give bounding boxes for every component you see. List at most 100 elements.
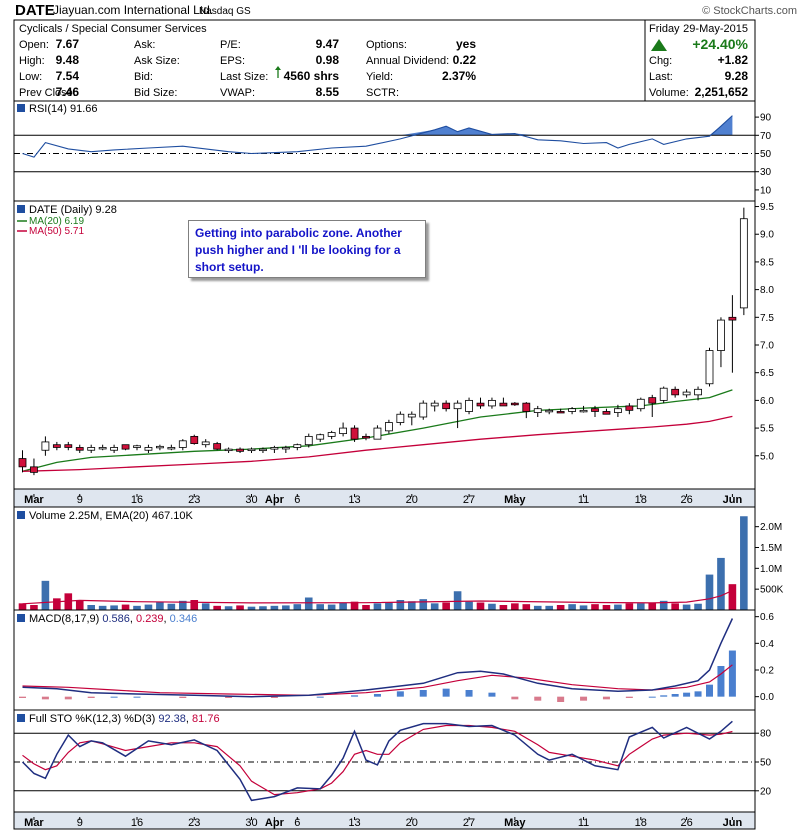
candle [419,402,428,418]
quote-field-label: Yield: [366,71,393,83]
quote-field-value: 8.55 [316,85,340,99]
x-tick-label: Jun [723,494,743,506]
volume-tick-label: 1.5M [760,543,782,554]
volume-bar [602,605,611,610]
quote-field-label: Ask: [134,39,155,51]
volume-bar [614,604,622,610]
exchange-label: Nasdaq GS [199,6,251,17]
volume-bar [156,602,164,610]
macd-histogram-bar [694,691,702,697]
volume-bar [625,603,634,610]
volume-bar [121,604,130,610]
macd-tick-label: 0.4 [760,639,774,650]
volume-bar [213,605,221,610]
volume-bar [499,605,508,610]
volume-label: Volume 2.25M, EMA(20) 467.10K [29,510,194,522]
macd-histogram-bar [465,690,473,697]
candle [442,402,451,410]
rsi-tick-label: 90 [760,113,772,124]
volume-bar [362,605,370,610]
date-day: Friday [649,23,680,35]
rsi-label: RSI(14) 91.66 [29,103,97,115]
macd-histogram-bar [373,694,381,697]
candle [694,388,702,396]
quote-field-label: Open: [19,39,49,51]
quote-field-value: 7.46 [56,85,80,99]
candle [533,408,542,413]
volume-bar [579,605,588,610]
x-tick-label: 9 [77,494,83,506]
x-tick-label: 16 [131,494,143,506]
macd-histogram-bar [179,696,187,698]
volume-bar [396,600,405,610]
quote-field-value: +1.82 [718,53,749,67]
macd-histogram-bar [717,666,725,697]
x-tick-label: 26 [680,494,692,506]
candle [407,413,416,418]
volume-bar [740,516,748,610]
volume-bar [236,605,244,610]
candle [362,435,370,439]
macd-histogram-bar [110,696,118,698]
volume-bar [293,604,302,610]
volume-bar [556,605,565,610]
quote-field-value: 0.98 [316,53,340,67]
price-tick-label: 5.5 [760,424,774,435]
quote-field-value: 7.54 [56,69,80,83]
change-pct: +24.40% [692,36,748,52]
volume-bar [385,602,393,610]
candle [110,447,118,451]
macd-histogram-bar [488,692,496,697]
candle [52,444,61,448]
volume-bar [167,603,176,610]
x-tick-label: 18 [635,494,647,506]
quote-field-label: Low: [19,71,42,83]
volume-bar [30,605,38,610]
x-tick-label: Mar [24,494,44,506]
sto-label-text: Full STO %K(12,3) %D(3) [29,713,155,725]
sto-tick-label: 20 [760,786,772,797]
price-tick-label: 9.5 [760,202,774,213]
price-label: DATE (Daily) 9.28 [29,204,117,216]
price-tick-label: 7.5 [760,313,774,324]
volume-bar [545,605,553,610]
candle [373,427,382,440]
macd-tick-label: 0.6 [760,612,774,623]
macd-histogram-bar [557,696,565,702]
candle [270,447,279,450]
candle [224,448,233,452]
volume-tick-label: 2.0M [760,522,782,533]
volume-bar [671,603,679,610]
volume-bar [18,603,27,610]
volume-bar [87,605,95,610]
x-tick-label: Apr [265,494,285,506]
volume-bar [533,605,542,610]
x-tick-label: 6 [294,494,300,506]
price-tick-label: 5.0 [760,451,774,462]
volume-bar [476,602,485,610]
macd-hist-value: 0.346 [170,613,198,625]
x-tick-label: 18 [635,817,647,829]
quote-field-value: 9.28 [725,69,749,83]
x-tick-label: 16 [131,817,143,829]
quote-field-value: 4560 shrs [284,69,340,83]
volume-bar [442,602,450,610]
x-tick-label: 6 [294,817,300,829]
price-tick-label: 6.0 [760,396,774,407]
volume-bar [304,597,313,610]
candle [545,409,554,413]
candle [201,441,210,446]
x-tick-label: 30 [245,494,257,506]
quote-field-value: 7.67 [56,37,80,51]
price-tick-label: 8.5 [760,257,774,268]
candle [465,399,473,412]
volume-bar [568,604,576,610]
macd-histogram-bar [648,696,656,698]
x-tick-label: May [504,817,526,829]
macd-histogram-bar [534,696,542,701]
candle [499,402,508,407]
volume-bar [75,600,84,610]
candle [30,466,38,473]
candle [144,447,153,451]
price-tick-label: 6.5 [760,368,774,379]
